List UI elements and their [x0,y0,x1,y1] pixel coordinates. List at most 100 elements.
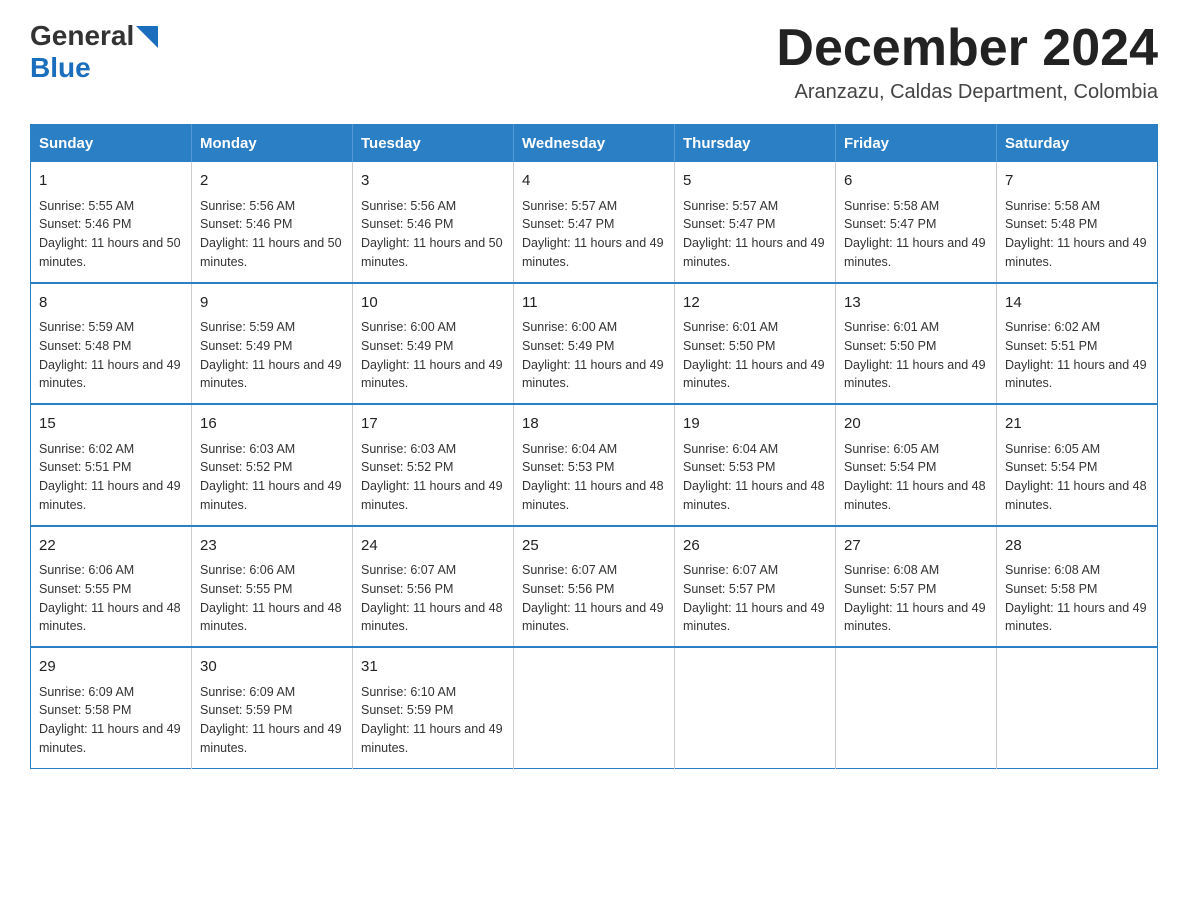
sunrise-text: Sunrise: 5:58 AM [844,199,939,213]
sunset-text: Sunset: 5:48 PM [39,339,131,353]
day-number: 28 [1005,535,1149,558]
sunset-text: Sunset: 5:49 PM [361,339,453,353]
calendar-day-cell: 18Sunrise: 6:04 AMSunset: 5:53 PMDayligh… [514,404,675,526]
sunrise-text: Sunrise: 6:08 AM [844,563,939,577]
day-number: 26 [683,535,827,558]
sunset-text: Sunset: 5:51 PM [39,460,131,474]
sunset-text: Sunset: 5:49 PM [522,339,614,353]
day-number: 1 [39,170,183,193]
page-title: December 2024 [776,20,1158,77]
sunset-text: Sunset: 5:54 PM [1005,460,1097,474]
daylight-text: Daylight: 11 hours and 49 minutes. [683,601,825,634]
page-header: General Blue December 2024 Aranzazu, Cal… [30,20,1158,104]
daylight-text: Daylight: 11 hours and 49 minutes. [361,722,503,755]
daylight-text: Daylight: 11 hours and 48 minutes. [1005,479,1147,512]
sunset-text: Sunset: 5:53 PM [522,460,614,474]
daylight-text: Daylight: 11 hours and 49 minutes. [844,601,986,634]
sunrise-text: Sunrise: 5:57 AM [683,199,778,213]
sunset-text: Sunset: 5:53 PM [683,460,775,474]
sunrise-text: Sunrise: 5:56 AM [361,199,456,213]
sunset-text: Sunset: 5:46 PM [200,217,292,231]
calendar-day-cell [836,647,997,768]
calendar-day-cell: 4Sunrise: 5:57 AMSunset: 5:47 PMDaylight… [514,162,675,283]
sunset-text: Sunset: 5:56 PM [522,582,614,596]
day-number: 13 [844,292,988,315]
sunrise-text: Sunrise: 6:07 AM [361,563,456,577]
daylight-text: Daylight: 11 hours and 49 minutes. [683,358,825,391]
calendar-day-header: Tuesday [353,125,514,163]
calendar-day-cell [675,647,836,768]
daylight-text: Daylight: 11 hours and 49 minutes. [1005,358,1147,391]
calendar-week-row: 29Sunrise: 6:09 AMSunset: 5:58 PMDayligh… [31,647,1158,768]
sunset-text: Sunset: 5:55 PM [200,582,292,596]
calendar-day-cell: 8Sunrise: 5:59 AMSunset: 5:48 PMDaylight… [31,283,192,405]
calendar-day-cell: 1Sunrise: 5:55 AMSunset: 5:46 PMDaylight… [31,162,192,283]
calendar-body: 1 Sunrise: 5:55 AM Sunset: 5:46 PM Daylight… [31,162,1158,768]
logo: General Blue [30,20,158,84]
day-number: 3 [361,170,505,193]
sunset-text: Sunset: 5:58 PM [39,703,131,717]
day-number: 22 [39,535,183,558]
day-number: 29 [39,656,183,679]
page-subtitle: Aranzazu, Caldas Department, Colombia [776,81,1158,104]
sunset-text: Sunset: 5:52 PM [200,460,292,474]
calendar-day-cell: 22 Sunrise: 6:06 AM Sunset: 5:55 PM Dayligh… [31,526,192,648]
sunrise-text: Sunrise: 6:06 AM [39,563,134,577]
sunset-text: Sunset: 5:50 PM [683,339,775,353]
daylight-text: Daylight: 11 hours and 49 minutes. [361,358,503,391]
sunrise-text: Sunrise: 5:56 AM [200,199,295,213]
calendar-day-cell: 30Sunrise: 6:09 AMSunset: 5:59 PMDayligh… [192,647,353,768]
daylight-text: Daylight: 11 hours and 49 minutes. [522,358,664,391]
day-number: 24 [361,535,505,558]
daylight-text: Daylight: 11 hours and 49 minutes. [844,236,986,269]
sunrise-text: Sunrise: 5:59 AM [200,320,295,334]
daylight-text: Daylight: 11 hours and 50 minutes. [39,236,181,269]
calendar-day-cell: 5Sunrise: 5:57 AMSunset: 5:47 PMDaylight… [675,162,836,283]
calendar-day-cell: 6Sunrise: 5:58 AMSunset: 5:47 PMDaylight… [836,162,997,283]
calendar-day-cell: 16Sunrise: 6:03 AMSunset: 5:52 PMDayligh… [192,404,353,526]
sunset-text: Sunset: 5:49 PM [200,339,292,353]
sunset-text: Sunset: 5:52 PM [361,460,453,474]
calendar-day-header: Wednesday [514,125,675,163]
calendar-week-row: 22 Sunrise: 6:06 AM Sunset: 5:55 PM Dayligh… [31,526,1158,648]
sunrise-text: Sunrise: 6:01 AM [683,320,778,334]
calendar-day-cell: 29Sunrise: 6:09 AMSunset: 5:58 PMDayligh… [31,647,192,768]
sunrise-text: Sunrise: 6:00 AM [361,320,456,334]
sunset-text: Sunset: 5:55 PM [39,582,131,596]
sunrise-text: Sunrise: 6:03 AM [361,442,456,456]
sunset-text: Sunset: 5:57 PM [683,582,775,596]
day-number: 21 [1005,413,1149,436]
calendar-day-cell: 3Sunrise: 5:56 AMSunset: 5:46 PMDaylight… [353,162,514,283]
day-number: 4 [522,170,666,193]
daylight-text: Daylight: 11 hours and 49 minutes. [1005,601,1147,634]
daylight-text: Daylight: 11 hours and 48 minutes. [200,601,342,634]
sunrise-text: Sunrise: 6:07 AM [522,563,617,577]
sunset-text: Sunset: 5:56 PM [361,582,453,596]
daylight-text: Daylight: 11 hours and 48 minutes. [39,601,181,634]
sunrise-text: Sunrise: 6:04 AM [683,442,778,456]
calendar-day-cell: 11Sunrise: 6:00 AMSunset: 5:49 PMDayligh… [514,283,675,405]
daylight-text: Daylight: 11 hours and 49 minutes. [683,236,825,269]
daylight-text: Daylight: 11 hours and 49 minutes. [200,479,342,512]
sunrise-text: Sunrise: 6:05 AM [1005,442,1100,456]
sunset-text: Sunset: 5:47 PM [522,217,614,231]
sunrise-text: Sunrise: 6:05 AM [844,442,939,456]
day-number: 7 [1005,170,1149,193]
daylight-text: Daylight: 11 hours and 48 minutes. [683,479,825,512]
sunrise-text: Sunrise: 5:59 AM [39,320,134,334]
logo-general-text: General [30,20,134,52]
calendar-day-cell: 7Sunrise: 5:58 AMSunset: 5:48 PMDaylight… [997,162,1158,283]
day-number: 11 [522,292,666,315]
day-number: 2 [200,170,344,193]
calendar-day-cell: 17Sunrise: 6:03 AMSunset: 5:52 PMDayligh… [353,404,514,526]
sunset-text: Sunset: 5:57 PM [844,582,936,596]
sunrise-text: Sunrise: 6:02 AM [39,442,134,456]
day-number: 31 [361,656,505,679]
sunrise-text: Sunrise: 5:55 AM [39,199,134,213]
day-number: 18 [522,413,666,436]
day-number: 6 [844,170,988,193]
daylight-text: Daylight: 11 hours and 49 minutes. [39,722,181,755]
sunrise-text: Sunrise: 6:10 AM [361,685,456,699]
calendar-day-cell: 31Sunrise: 6:10 AMSunset: 5:59 PMDayligh… [353,647,514,768]
sunrise-text: Sunrise: 6:01 AM [844,320,939,334]
